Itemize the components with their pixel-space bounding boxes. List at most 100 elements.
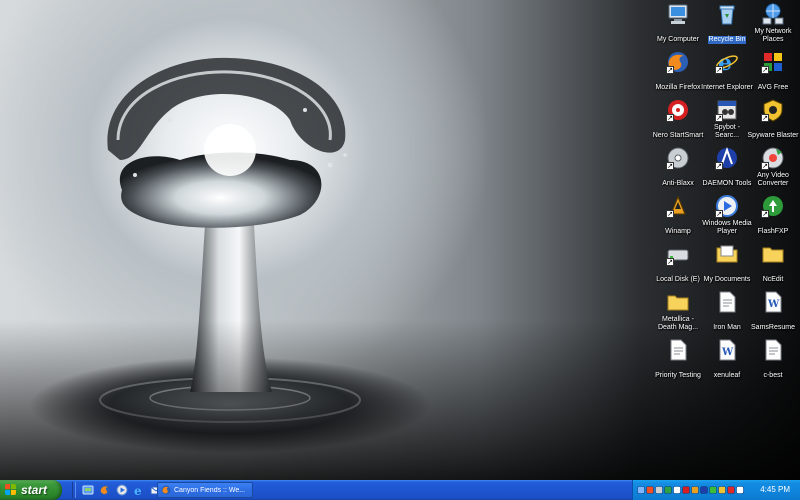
desktop-icon-flashfxp[interactable]: ↗ FlashFXP bbox=[749, 194, 797, 238]
shortcut-arrow-icon: ↗ bbox=[666, 114, 674, 122]
desktop-icon-label: Windows Media Player bbox=[702, 220, 752, 235]
desktop-icon-spyware-blaster[interactable]: ↗ Spyware Blaster bbox=[747, 98, 799, 142]
desktop-icon-label: Winamp bbox=[665, 228, 691, 235]
messenger-icon[interactable] bbox=[709, 485, 717, 495]
spybot-icon: ↗ bbox=[715, 98, 739, 122]
taskbar-window-button[interactable]: Canyon Fiends :: We... bbox=[157, 482, 253, 498]
desktop-icon-recycle-bin[interactable]: Recycle Bin bbox=[703, 2, 751, 46]
shortcut-arrow-icon: ↗ bbox=[666, 162, 674, 170]
recycle-bin-icon bbox=[715, 2, 739, 26]
shortcut-arrow-icon: ↗ bbox=[761, 162, 769, 170]
desktop-icon-anti-blaxx[interactable]: ↗ Anti-Blaxx bbox=[654, 146, 702, 190]
spywareblaster-icon: ↗ bbox=[761, 98, 785, 122]
clock[interactable]: 4:45 PM bbox=[760, 485, 790, 494]
local-disk-icon: ↗ bbox=[666, 242, 690, 266]
desktop-icon-my-computer[interactable]: My Computer bbox=[654, 2, 702, 46]
desktop-icon-metallica-death-mag[interactable]: Metallica - Death Mag... bbox=[654, 290, 702, 334]
network-icon[interactable] bbox=[637, 485, 645, 495]
shortcut-arrow-icon: ↗ bbox=[666, 258, 674, 266]
desktop-icon-label: DAEMON Tools bbox=[702, 180, 752, 187]
desktop-icon-label: Local Disk (E) bbox=[656, 276, 700, 283]
daemon-tray-icon[interactable] bbox=[700, 485, 708, 495]
desktop-icon-priority-testing[interactable]: Priority Testing bbox=[654, 338, 702, 382]
desktop-icon-label: xenuleaf bbox=[713, 372, 741, 379]
desktop-icon-label: Spybot - Searc... bbox=[713, 124, 741, 139]
desktop-icon-nero-startsmart[interactable]: ↗ Nero StartSmart bbox=[652, 98, 704, 142]
svg-text:W: W bbox=[721, 347, 734, 358]
desktop-icon-any-video-converter[interactable]: ↗ Any Video Converter bbox=[749, 146, 797, 190]
network-places-icon bbox=[761, 2, 785, 26]
word-document-icon: W bbox=[761, 290, 785, 314]
anti-blaxx-icon: ↗ bbox=[666, 146, 690, 170]
desktop-icon-c-best[interactable]: c-best bbox=[749, 338, 797, 382]
desktop-icon-avg-free[interactable]: ↗ AVG Free bbox=[749, 50, 797, 94]
shortcut-arrow-icon: ↗ bbox=[666, 210, 674, 218]
word-document-icon: W bbox=[715, 338, 739, 362]
desktop-icon-xenuleaf[interactable]: Wxenuleaf bbox=[703, 338, 751, 382]
document-icon bbox=[715, 290, 739, 314]
power-icon[interactable] bbox=[727, 485, 735, 495]
desktop-icon-ncedit[interactable]: NcEdit bbox=[749, 242, 797, 286]
update-icon[interactable] bbox=[718, 485, 726, 495]
antivirus-icon[interactable] bbox=[682, 485, 690, 495]
firefox-icon[interactable] bbox=[98, 482, 112, 498]
shield-icon[interactable] bbox=[664, 485, 672, 495]
system-tray: 4:45 PM bbox=[632, 480, 800, 500]
desktop-icon-label: Mozilla Firefox bbox=[655, 84, 701, 91]
desktop-icon-label: My Documents bbox=[703, 276, 751, 283]
svg-text:W: W bbox=[767, 299, 780, 310]
taskbar-window-label: Canyon Fiends :: We... bbox=[174, 486, 246, 494]
media-player-icon[interactable] bbox=[115, 482, 129, 498]
flashfxp-icon: ↗ bbox=[761, 194, 785, 218]
desktop-icon-label: Any Video Converter bbox=[757, 172, 789, 187]
desktop-icon-label: Nero StartSmart bbox=[652, 132, 704, 139]
desktop-icon-iron-man[interactable]: Iron Man bbox=[703, 290, 751, 334]
desktop-icon-daemon-tools[interactable]: ↗ DAEMON Tools bbox=[703, 146, 751, 190]
start-button[interactable]: start bbox=[0, 480, 62, 500]
desktop-icon-my-network-places[interactable]: My Network Places bbox=[749, 2, 797, 46]
firefox-icon: ↗ bbox=[666, 50, 690, 74]
shortcut-arrow-icon: ↗ bbox=[715, 162, 723, 170]
desktop-icon-label: SamsResume bbox=[751, 324, 795, 331]
document-icon bbox=[761, 338, 785, 362]
shortcut-arrow-icon: ↗ bbox=[666, 66, 674, 74]
volume-icon[interactable] bbox=[673, 485, 681, 495]
desktop-icon-internet-explorer[interactable]: e ↗ Internet Explorer bbox=[701, 50, 753, 94]
desktop-icon-mozilla-firefox[interactable]: ↗ Mozilla Firefox bbox=[654, 50, 702, 94]
shortcut-arrow-icon: ↗ bbox=[715, 210, 723, 218]
video-converter-icon: ↗ bbox=[761, 146, 785, 170]
shortcut-arrow-icon: ↗ bbox=[761, 114, 769, 122]
internet-explorer-icon[interactable]: e bbox=[132, 482, 146, 498]
desktop-icon-label: Iron Man bbox=[713, 324, 741, 331]
desktop-icon-label: Recycle Bin bbox=[707, 36, 747, 44]
media-player-icon: ↗ bbox=[715, 194, 739, 218]
flag-icon[interactable] bbox=[646, 485, 654, 495]
desktop-icon-label: Spyware Blaster bbox=[747, 132, 799, 139]
desktop-icon-spybot-searc[interactable]: ↗ Spybot - Searc... bbox=[703, 98, 751, 142]
daemon-tools-icon: ↗ bbox=[715, 146, 739, 170]
folder-icon bbox=[761, 242, 785, 266]
desktop-icon-label: Priority Testing bbox=[655, 372, 701, 379]
desktop-icon-winamp[interactable]: ↗ Winamp bbox=[654, 194, 702, 238]
desktop-icon-local-disk-e[interactable]: ↗ Local Disk (E) bbox=[654, 242, 702, 286]
my-computer-icon bbox=[666, 2, 690, 26]
winamp-tray-icon[interactable] bbox=[691, 485, 699, 495]
desktop-icon-label: Metallica - Death Mag... bbox=[657, 316, 699, 331]
tray-icons bbox=[637, 485, 744, 495]
quick-launch-separator bbox=[72, 482, 76, 498]
misc-icon[interactable] bbox=[736, 485, 744, 495]
shortcut-arrow-icon: ↗ bbox=[715, 114, 723, 122]
taskbar: start e Canyon Fiends :: We... 4:45 PM bbox=[0, 480, 800, 500]
show-desktop-icon[interactable] bbox=[81, 482, 95, 498]
document-icon bbox=[666, 338, 690, 362]
desktop-icon-my-documents[interactable]: My Documents bbox=[703, 242, 751, 286]
my-documents-icon bbox=[715, 242, 739, 266]
desktop-icon-samsresume[interactable]: W SamsResume bbox=[749, 290, 797, 334]
nero-icon: ↗ bbox=[666, 98, 690, 122]
desktop-icon-label: Internet Explorer bbox=[701, 84, 753, 91]
shortcut-arrow-icon: ↗ bbox=[761, 210, 769, 218]
svg-text:e: e bbox=[134, 484, 142, 496]
desktop-icon-windows-media-player[interactable]: ↗ Windows Media Player bbox=[702, 194, 752, 238]
desktop-icon-label: NcEdit bbox=[762, 276, 784, 283]
security-icon[interactable] bbox=[655, 485, 663, 495]
